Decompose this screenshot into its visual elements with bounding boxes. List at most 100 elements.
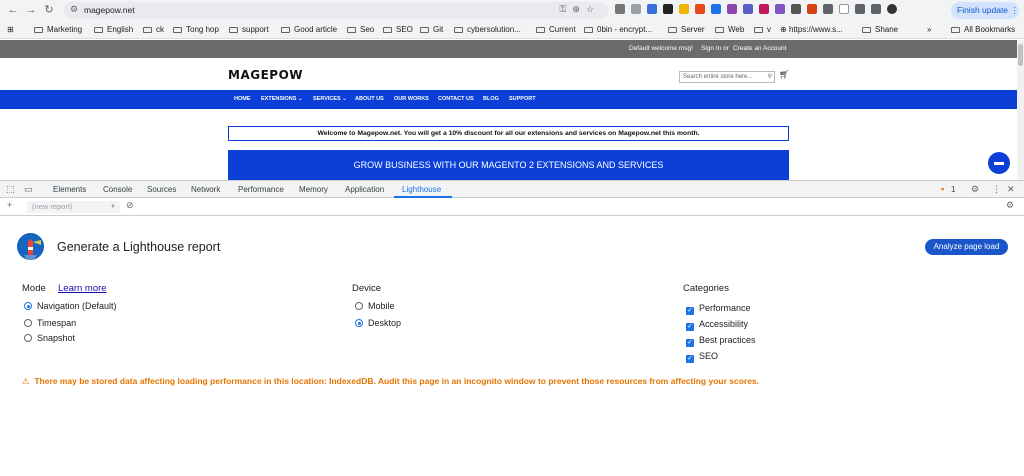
bookmark-item[interactable]: Marketing	[34, 25, 82, 34]
store-search-input[interactable]: Search entire store here... ⚲	[679, 71, 775, 83]
v-extension-icon[interactable]	[711, 4, 721, 14]
bookmark-item[interactable]: Seo	[347, 25, 374, 34]
download-icon[interactable]	[871, 4, 881, 14]
plus-icon[interactable]: +	[7, 200, 12, 210]
tab-memory[interactable]: Memory	[299, 185, 328, 194]
bookmark-item[interactable]: 0bin - encrypt...	[584, 25, 652, 34]
folder-extension-icon[interactable]	[679, 4, 689, 14]
tab-sources[interactable]: Sources	[147, 185, 176, 194]
device-mobile-radio[interactable]: Mobile	[355, 301, 395, 311]
nav-services[interactable]: SERVICES ⌄	[313, 96, 347, 102]
bookmark-item[interactable]: Good article	[281, 25, 337, 34]
bookmark-item[interactable]: Tong hop	[173, 25, 219, 34]
page-scrollbar[interactable]	[1017, 40, 1024, 180]
gear-extension-icon[interactable]	[743, 4, 753, 14]
bookmark-item[interactable]: English	[94, 25, 133, 34]
all-bookmarks[interactable]: All Bookmarks	[951, 25, 1015, 34]
zoom-icon[interactable]: ⊕	[572, 4, 586, 14]
inspect-element-icon[interactable]: ⬚	[6, 184, 15, 195]
tab-lighthouse[interactable]: Lighthouse	[402, 185, 441, 194]
site-info-icon[interactable]: ⚙	[70, 4, 78, 15]
analyze-page-load-button[interactable]: Analyze page load	[925, 239, 1008, 255]
tab-console[interactable]: Console	[103, 185, 132, 194]
close-devtools-icon[interactable]: ✕	[1007, 184, 1015, 195]
radio-checked-icon[interactable]	[355, 319, 363, 327]
sign-in-link[interactable]: Sign In	[701, 45, 721, 52]
lighthouse-settings-icon[interactable]: ⚙	[1006, 200, 1014, 211]
bookmark-item[interactable]: SEO	[383, 25, 413, 34]
radio-unchecked-icon[interactable]	[24, 334, 32, 342]
hero-banner[interactable]: GROW BUSINESS WITH OUR MAGENTO 2 EXTENSI…	[228, 150, 789, 180]
brush-extension-icon[interactable]	[727, 4, 737, 14]
nav-home[interactable]: HOME	[234, 96, 251, 102]
nav-about-us[interactable]: ABOUT US	[355, 96, 384, 102]
nav-contact-us[interactable]: CONTACT US	[438, 96, 474, 102]
bookmark-item[interactable]: Git	[420, 25, 443, 34]
bookmark-item[interactable]: support	[229, 25, 269, 34]
bookmark-item[interactable]: Current	[536, 25, 576, 34]
radio-unchecked-icon[interactable]	[24, 319, 32, 327]
report-select[interactable]: (new report) ▼	[27, 201, 120, 213]
key-icon[interactable]: ⚿	[560, 4, 573, 14]
checkbox-checked-icon[interactable]: ✓	[686, 339, 694, 347]
pen-extension-icon[interactable]	[663, 4, 673, 14]
create-account-link[interactable]: Create an Account	[733, 45, 786, 52]
radio-checked-icon[interactable]	[24, 302, 32, 310]
radio-unchecked-icon[interactable]	[355, 302, 363, 310]
chat-icon[interactable]: ▬	[988, 152, 1010, 174]
nav-our-works[interactable]: OUR WORKS	[394, 96, 429, 102]
back-icon[interactable]: ←	[6, 3, 20, 17]
checkbox-checked-icon[interactable]: ✓	[686, 307, 694, 315]
more-bookmarks-icon[interactable]: »	[927, 25, 931, 34]
mode-snapshot-radio[interactable]: Snapshot	[24, 333, 75, 343]
bookmark-item[interactable]: v	[754, 25, 771, 34]
bookmark-item[interactable]: Web	[715, 25, 744, 34]
issues-icon[interactable]: ▪	[941, 184, 944, 194]
diamond-extension-icon[interactable]	[759, 4, 769, 14]
bookmark-item[interactable]: cybersolution...	[454, 25, 521, 34]
reload-icon[interactable]: ↻	[42, 3, 56, 17]
nav-extensions[interactable]: EXTENSIONS ⌄	[261, 96, 303, 102]
tab-elements[interactable]: Elements	[53, 185, 86, 194]
nav-support[interactable]: SUPPORT	[509, 96, 536, 102]
category-best-practices-checkbox[interactable]: ✓ Best practices	[686, 335, 756, 347]
category-accessibility-checkbox[interactable]: ✓ Accessibility	[686, 319, 748, 331]
device-toolbar-icon[interactable]: ▭	[24, 184, 33, 195]
category-seo-checkbox[interactable]: ✓ SEO	[686, 351, 718, 363]
settings-gear-icon[interactable]: ⚙	[971, 184, 979, 195]
mode-navigation-radio[interactable]: Navigation (Default)	[24, 301, 117, 311]
mode-timespan-radio[interactable]: Timespan	[24, 318, 76, 328]
tab-performance[interactable]: Performance	[238, 185, 284, 194]
settings-extension-icon[interactable]	[631, 4, 641, 14]
camera-extension-icon[interactable]	[615, 4, 625, 14]
issues-count[interactable]: 1	[951, 185, 955, 194]
profile-avatar-icon[interactable]	[887, 4, 897, 14]
learn-more-link[interactable]: Learn more	[58, 283, 107, 294]
scrollbar-thumb[interactable]	[1018, 44, 1023, 66]
bookmark-item[interactable]: Shane	[862, 25, 898, 34]
search-icon[interactable]: ⚲	[768, 72, 772, 82]
circle-extension-icon[interactable]	[791, 4, 801, 14]
checkbox-checked-icon[interactable]: ✓	[686, 323, 694, 331]
clear-icon[interactable]: ⊘	[126, 200, 134, 211]
fox-extension-icon[interactable]	[695, 4, 705, 14]
tab-application[interactable]: Application	[345, 185, 384, 194]
category-performance-checkbox[interactable]: ✓ Performance	[686, 303, 751, 315]
bookmark-item[interactable]: Server	[668, 25, 705, 34]
checkbox-checked-icon[interactable]: ✓	[686, 355, 694, 363]
more-options-icon[interactable]: ⋮	[992, 184, 1001, 195]
purple-extension-icon[interactable]	[775, 4, 785, 14]
forward-icon[interactable]: →	[24, 3, 38, 17]
puzzle-icon[interactable]	[823, 4, 833, 14]
red-extension-icon[interactable]	[807, 4, 817, 14]
apps-grid-icon[interactable]: ⊞	[7, 25, 14, 34]
site-logo[interactable]: MAGEPOW	[228, 68, 303, 82]
reading-list-icon[interactable]	[855, 4, 865, 14]
nav-blog[interactable]: BLOG	[483, 96, 499, 102]
bookmark-star-icon[interactable]: ☆	[586, 4, 600, 14]
address-bar[interactable]: ⚙ magepow.net ⚿⊕☆	[64, 2, 608, 19]
tab-network[interactable]: Network	[191, 185, 220, 194]
device-desktop-radio[interactable]: Desktop	[355, 318, 401, 328]
bookmark-item[interactable]: ⊕ https://www.s...	[780, 25, 843, 34]
bookmark-item[interactable]: ck	[143, 25, 164, 34]
